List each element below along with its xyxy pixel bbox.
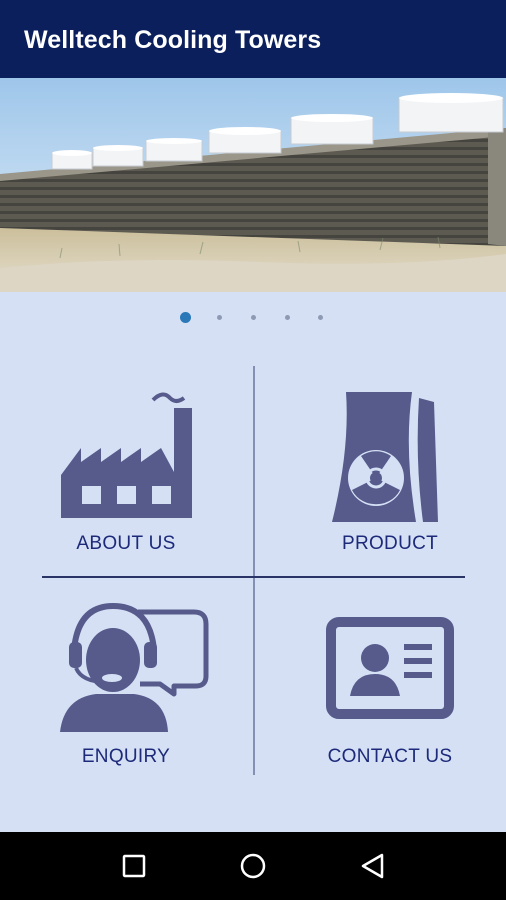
app-title: Welltech Cooling Towers xyxy=(24,26,322,54)
menu-grid: ABOUT US PRODUCT ENQUIRY CONTACT US xyxy=(0,340,506,800)
app-bar: Welltech Cooling Towers xyxy=(0,0,506,78)
circle-icon xyxy=(240,853,266,879)
carousel-dot[interactable] xyxy=(318,315,323,320)
product-label: PRODUCT xyxy=(341,533,439,554)
banner-carousel[interactable] xyxy=(0,78,506,292)
contact-card-icon xyxy=(326,617,454,719)
carousel-indicator xyxy=(0,308,506,328)
cooling-tower-photo xyxy=(0,78,506,292)
carousel-dot[interactable] xyxy=(217,315,222,320)
about-us-tile[interactable]: ABOUT US xyxy=(16,380,236,580)
about-us-label: ABOUT US xyxy=(76,533,176,554)
factory-icon xyxy=(61,392,192,518)
square-icon xyxy=(122,854,146,878)
home-button[interactable] xyxy=(233,846,273,886)
nuclear-cooling-tower-icon xyxy=(332,392,438,522)
headset-agent-icon xyxy=(60,602,209,732)
system-nav-bar xyxy=(0,832,506,900)
contact-us-tile[interactable]: CONTACT US xyxy=(280,598,500,798)
contact-us-label: CONTACT US xyxy=(327,746,453,767)
carousel-dot-active[interactable] xyxy=(180,312,191,323)
enquiry-label: ENQUIRY xyxy=(81,746,171,767)
recents-button[interactable] xyxy=(114,846,154,886)
enquiry-tile[interactable]: ENQUIRY xyxy=(16,598,236,798)
carousel-dot[interactable] xyxy=(251,315,256,320)
carousel-dot[interactable] xyxy=(285,315,290,320)
product-tile[interactable]: PRODUCT xyxy=(280,380,500,580)
grid-divider-vertical xyxy=(253,366,255,775)
triangle-back-icon xyxy=(361,853,384,879)
back-button[interactable] xyxy=(353,846,393,886)
